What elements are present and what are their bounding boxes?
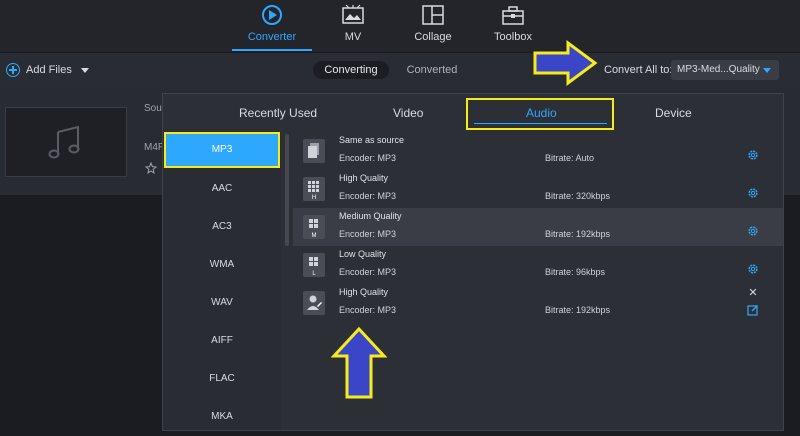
preset-encoder: Encoder: MP3 [339, 191, 397, 201]
format-popup: Recently Used Video Audio Device MP3 AAC… [162, 93, 784, 431]
preset-row[interactable]: L Low Quality Encoder: MP3 Bitrate: 96kb… [293, 246, 783, 284]
annotation-arrow-right [533, 40, 598, 86]
nav-converter[interactable]: Converter [232, 0, 312, 52]
preset-name: Medium Quality [339, 211, 402, 221]
convert-all-select[interactable]: MP3-Med...Quality [671, 60, 779, 80]
gear-icon[interactable] [747, 263, 759, 275]
annotation-arrow-up [331, 326, 387, 399]
converter-icon [262, 5, 282, 25]
format-item-wav[interactable]: WAV [163, 284, 281, 322]
tab-video[interactable]: Video [393, 106, 423, 120]
nav-collage[interactable]: Collage [393, 0, 473, 52]
custom-profile-icon [303, 291, 325, 315]
preset-row[interactable]: H High Quality Encoder: MP3 Bitrate: 320… [293, 170, 783, 208]
nav-collage-label: Collage [414, 31, 452, 43]
format-item-ac3[interactable]: AC3 [163, 208, 281, 246]
preset-row[interactable]: Same as source Encoder: MP3 Bitrate: Aut… [293, 132, 783, 170]
preset-badge: M [312, 233, 317, 239]
tab-recently-used[interactable]: Recently Used [239, 106, 317, 120]
preset-file-icon [303, 139, 325, 163]
collage-icon [422, 5, 444, 25]
preset-bitrate: Bitrate: 192kbps [545, 229, 611, 239]
tab-audio[interactable]: Audio [526, 106, 557, 120]
format-tabs: Recently Used Video Audio Device [163, 94, 783, 132]
preset-bitrate: Bitrate: 320kbps [545, 191, 611, 201]
preset-encoder: Encoder: MP3 [339, 229, 397, 239]
tab-device[interactable]: Device [655, 106, 692, 120]
source-text: Sou [144, 103, 162, 114]
preset-bitrate: Bitrate: Auto [545, 153, 595, 163]
quality-high-icon: H [303, 177, 325, 201]
add-files-label: Add Files [26, 64, 72, 76]
preset-name: High Quality [339, 287, 389, 297]
preset-encoder: Encoder: MP3 [339, 305, 397, 315]
convert-all-value: MP3-Med...Quality [677, 64, 760, 75]
quality-medium-icon: M [303, 215, 325, 239]
gear-icon[interactable] [747, 187, 759, 199]
nav-mv-label: MV [344, 31, 362, 43]
tab-converting[interactable]: Converting [313, 61, 389, 79]
preset-name: Low Quality [339, 249, 387, 259]
preset-encoder: Encoder: MP3 [339, 153, 397, 163]
preset-encoder: Encoder: MP3 [339, 267, 397, 277]
chevron-down-icon[interactable] [80, 67, 89, 73]
top-nav: Converter MV Collage Toolbox [0, 0, 800, 52]
format-item-flac[interactable]: FLAC [163, 360, 281, 398]
close-icon[interactable]: ✕ [748, 288, 758, 299]
preset-bitrate: Bitrate: 192kbps [545, 305, 611, 315]
preset-name: Same as source [339, 135, 405, 145]
format-list-scrollbar[interactable] [285, 134, 289, 246]
file-thumbnail [5, 107, 127, 177]
preset-bitrate: Bitrate: 96kbps [545, 267, 606, 277]
gear-icon[interactable] [747, 149, 759, 161]
convert-all-label: Convert All to: [604, 64, 673, 76]
format-text: M4F [144, 142, 164, 153]
preset-name: High Quality [339, 173, 389, 183]
format-list: MP3 AAC AC3 WMA WAV AIFF FLAC MKA [163, 132, 281, 430]
format-item-aiff[interactable]: AIFF [163, 322, 281, 360]
tab-converted[interactable]: Converted [398, 61, 466, 79]
music-note-icon [48, 125, 80, 159]
format-item-mp3[interactable]: MP3 [164, 132, 280, 168]
nav-mv[interactable]: MV [313, 0, 393, 52]
format-item-mka[interactable]: MKA [163, 398, 281, 436]
toolbar: Add Files Converting Converted Convert A… [0, 52, 800, 87]
gear-icon[interactable] [747, 225, 759, 237]
add-icon [6, 63, 20, 77]
preset-badge: L [312, 271, 316, 277]
nav-active-underline [232, 49, 312, 51]
format-item-aac[interactable]: AAC [163, 170, 281, 208]
dropdown-arrow-icon [763, 68, 771, 73]
enhance-star-icon[interactable] [145, 162, 157, 174]
nav-converter-label: Converter [247, 31, 297, 43]
preset-row[interactable]: High Quality Encoder: MP3 Bitrate: 192kb… [293, 284, 783, 322]
add-files-button[interactable]: Add Files [6, 62, 89, 78]
toolbox-icon [502, 6, 524, 25]
mv-icon [342, 4, 364, 24]
preset-badge: H [312, 195, 316, 201]
audio-tab-underline [474, 123, 607, 124]
format-item-wma[interactable]: WMA [163, 246, 281, 284]
edit-icon[interactable] [747, 304, 759, 316]
preset-row[interactable]: M Medium Quality Encoder: MP3 Bitrate: 1… [293, 208, 783, 246]
quality-low-icon: L [303, 253, 325, 277]
